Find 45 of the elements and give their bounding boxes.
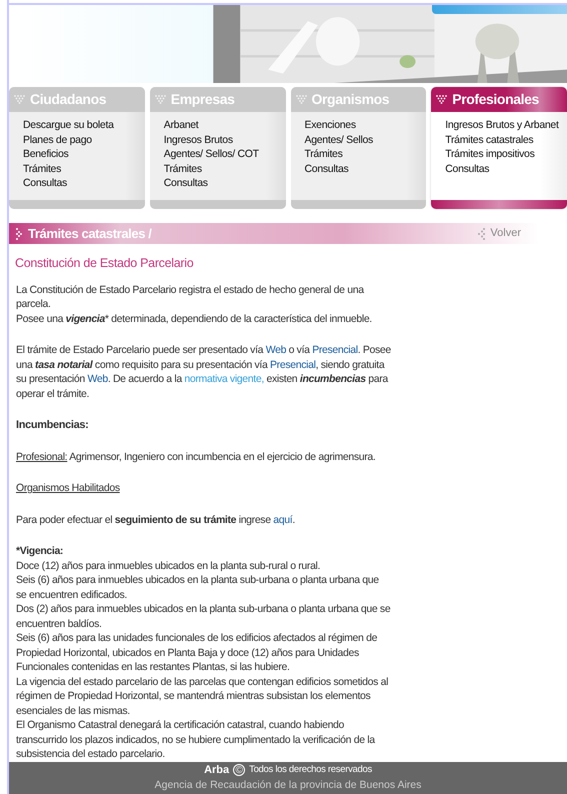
breadcrumb-title: Trámites catastrales / [28, 224, 152, 243]
section-title: Incumbencias: [16, 418, 90, 433]
paragraph: Para poder efectuar el seguimiento de su trámite ingrese aquí. [16, 512, 296, 528]
menu-link[interactable]: Ingresos Brutos y Arbanet [445, 118, 567, 133]
paragraph: La Constitución de Estado Parcelario registra el estado de hecho general de una parcela. Posee una vigencia* determinada, dependiendo de la característica del inmueble. [16, 282, 373, 326]
copyright-mark: © [233, 764, 246, 776]
menu-link[interactable]: Consultas [304, 162, 426, 176]
menu-link[interactable]: Exenciones [304, 118, 426, 133]
chevron-dots-icon [15, 226, 23, 241]
paragraph: El trámite de Estado Parcelario puede ser presentado vía Web o vía Presencial. Posee una tasa notarial como requisito para su presentación vía Presencial, siendo gratuita su presentación Web. De acuerdo a la normativa vigente, existen incumbencias para operar el trámite. [16, 343, 391, 402]
dots-icon [436, 95, 448, 104]
footer-brand: Arba [204, 762, 230, 778]
dots-icon [154, 95, 166, 104]
text-link[interactable]: Presencial [312, 344, 358, 356]
text-link[interactable]: aquí [273, 514, 292, 526]
menu-link[interactable]: Trámites [164, 162, 286, 176]
underlined-link[interactable]: Organismos Habilitados [16, 482, 120, 494]
menu-title: Profesionales [452, 90, 539, 110]
menu-link[interactable]: Agentes/ Sellos [304, 132, 426, 148]
page-heading: Constitución de Estado Parcelario [15, 255, 194, 272]
menu-link[interactable]: Trámites impositivos [445, 147, 567, 162]
dots-icon [296, 95, 306, 104]
footer-agency: Agencia de Recaudación de la provincia de Buenos Aires [154, 778, 422, 794]
menu-link[interactable]: Agentes/ Sellos/ COT [164, 147, 286, 162]
menu-link[interactable]: Descargue su boleta [23, 118, 145, 133]
menu-link[interactable]: Consultas [23, 176, 145, 191]
paragraph: Profesional: Agrimensor, Ingeniero con incumbencia en el ejercicio de agrimensura. [16, 450, 376, 464]
footer-rights: Todos los derechos reservados [249, 762, 372, 777]
text-link[interactable]: Web [87, 373, 108, 386]
menu-link[interactable]: Arbanet [164, 118, 286, 133]
dots-icon [476, 226, 486, 241]
menu-header[interactable]: Profesionales [431, 87, 567, 112]
underlined-link[interactable]: Profesional: [16, 450, 68, 463]
menu-link[interactable]: Consultas [445, 162, 567, 176]
menu-link[interactable]: Beneficios [23, 147, 145, 162]
paragraph: *Vigencia: Doce (12) años para inmuebles ubicados en la planta sub-rural o rural. Seis (6) años para inmuebles ubicados en la planta sub-urbana o planta urbana que se encuentren edificados. Dos (2) años para inmuebles ubicados en la planta sub-urbana o planta urbana que se encuentren baldíos. Seis (6) años para las unidades funcionales de los edificios afectados al régimen de Propiedad Horizontal, ubicados en Planta Baja y doce (12) años para Unidades Funcionales contenidas en las restantes Plantas, si las hubiere. La vigencia del estado parcelario de las parcelas que contengan edificios sometidos al régimen de Propiedad Horizontal, se mantendrá mientras subsistan los elementos esenciales de las mismas. El Organismo Catastral denegará la certificación catastral, cuando habiendo transcurrido los plazos indicados, no se hubiere cumplimentado la verificación de la subsistencia del estado parcelario. [16, 544, 391, 762]
menu-link[interactable]: Trámites [304, 147, 426, 162]
menu-link[interactable]: Trámites [23, 162, 145, 176]
menu-link[interactable]: Ingresos Brutos [164, 132, 286, 148]
menu-link[interactable]: Consultas [164, 176, 286, 191]
menu-link[interactable]: Trámites catastrales [445, 132, 567, 148]
menu-link[interactable]: Planes de pago [23, 132, 145, 148]
dots-icon [14, 95, 25, 104]
text-link[interactable]: Presencial [270, 358, 316, 371]
text-link[interactable]: Web [266, 344, 286, 356]
